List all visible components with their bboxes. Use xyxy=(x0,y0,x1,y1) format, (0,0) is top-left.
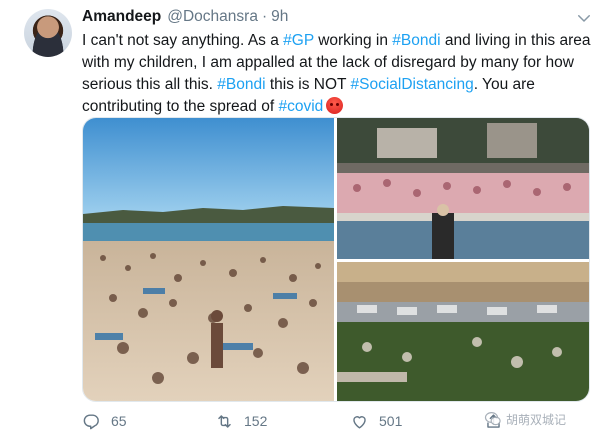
hashtag-covid[interactable]: #covid xyxy=(278,98,323,115)
like-button[interactable]: 501 xyxy=(350,410,402,432)
tweet-header: Amandeep @Dochansra · 9h xyxy=(82,8,288,30)
author-name[interactable]: Amandeep xyxy=(82,8,161,26)
media-grid xyxy=(82,117,590,402)
author-handle[interactable]: @Dochansra xyxy=(167,8,258,26)
watermark: 胡萌双城记 xyxy=(484,410,566,428)
text-segment: I can't not say anything. As a xyxy=(82,32,284,49)
park-photo[interactable] xyxy=(337,262,589,401)
separator: · xyxy=(261,8,268,25)
reply-icon xyxy=(83,413,99,429)
like-icon xyxy=(353,415,366,429)
angry-face-icon xyxy=(326,97,344,114)
hashtag-socialdistancing[interactable]: #SocialDistancing xyxy=(351,76,474,93)
retweet-count: 152 xyxy=(244,413,268,429)
like-count: 501 xyxy=(379,413,403,429)
tweet-text: I can't not say anything. As a #GP worki… xyxy=(82,30,592,118)
reply-count: 65 xyxy=(111,413,127,429)
wechat-logo-icon xyxy=(484,412,501,426)
timestamp[interactable]: 9h xyxy=(271,8,288,26)
watermark-text: 胡萌双城记 xyxy=(506,412,567,427)
reply-button[interactable]: 65 xyxy=(82,410,127,432)
avatar[interactable] xyxy=(24,9,72,57)
hashtag-bondi[interactable]: #Bondi xyxy=(392,32,440,49)
crowd-photo[interactable] xyxy=(337,118,589,259)
hashtag-gp[interactable]: #GP xyxy=(283,32,314,49)
retweet-icon xyxy=(218,414,231,428)
hashtag-bondi[interactable]: #Bondi xyxy=(217,76,265,93)
beach-photo[interactable] xyxy=(83,118,334,401)
text-segment: this is NOT xyxy=(265,76,351,93)
text-segment: working in xyxy=(313,32,393,49)
tweet: Amandeep @Dochansra · 9h I can't not say… xyxy=(0,0,606,435)
chevron-down-icon[interactable] xyxy=(575,9,593,27)
retweet-button[interactable]: 152 xyxy=(215,410,267,432)
